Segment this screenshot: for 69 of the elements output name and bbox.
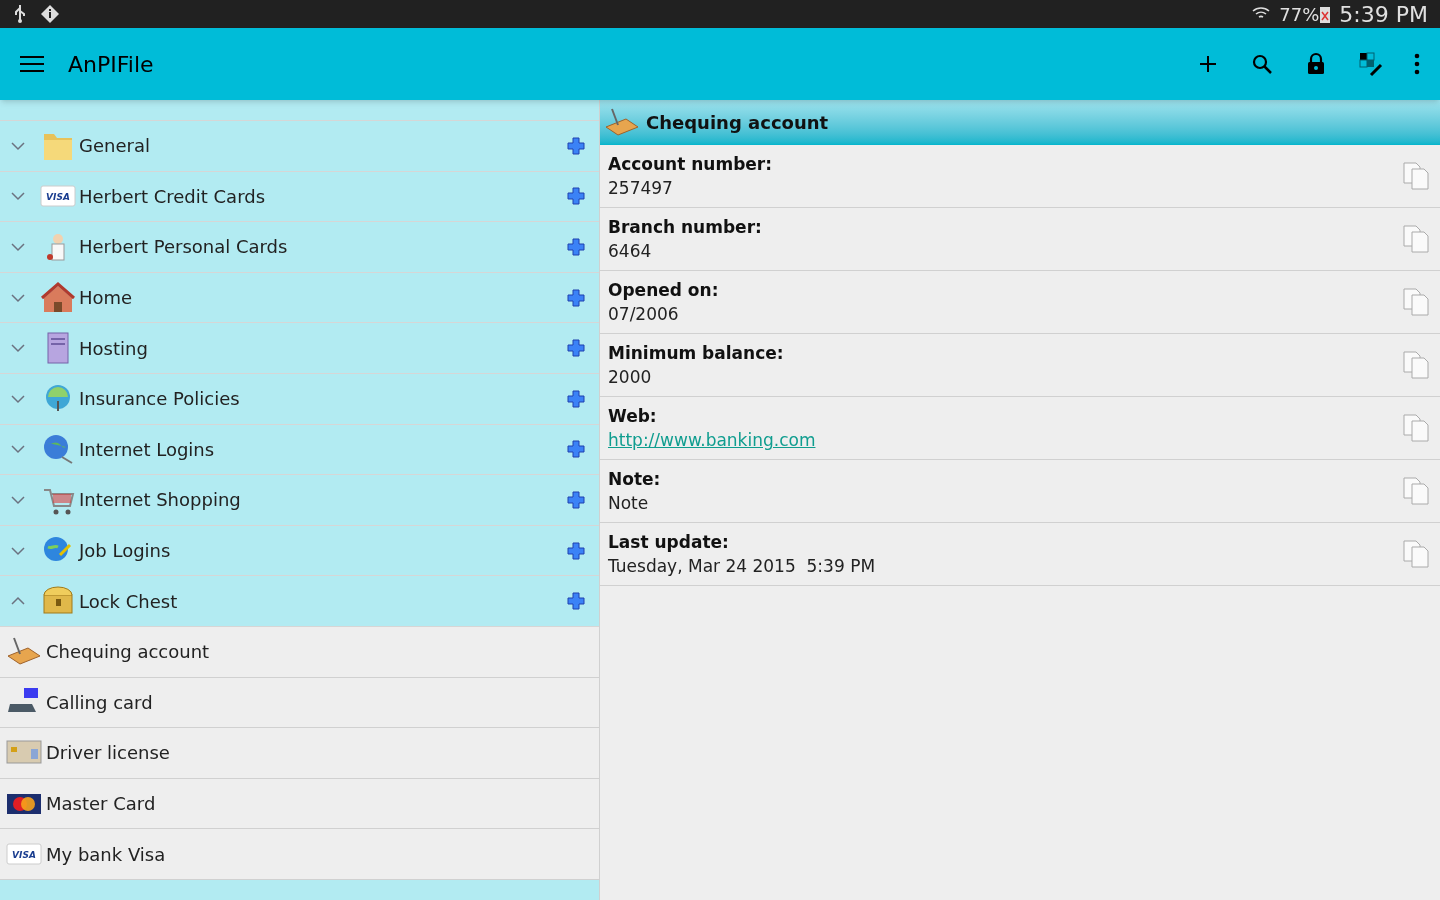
category-row[interactable]: Internet Logins xyxy=(0,424,599,476)
battery-percentage: 77% xyxy=(1279,2,1320,27)
category-row[interactable]: Home xyxy=(0,272,599,324)
expand-chevron-icon[interactable] xyxy=(10,393,26,404)
expand-chevron-icon[interactable] xyxy=(10,545,26,556)
category-label: Herbert Personal Cards xyxy=(79,235,289,260)
category-label: Job Logins xyxy=(79,539,172,564)
entry-label: Driver license xyxy=(46,741,170,766)
add-icon[interactable] xyxy=(567,288,585,307)
field-value: Note xyxy=(608,492,650,515)
category-row[interactable]: Herbert Personal Cards xyxy=(0,222,599,273)
field-label: Opened on: xyxy=(608,279,720,302)
expand-chevron-icon[interactable] xyxy=(10,494,26,505)
category-row[interactable]: Lock Chest xyxy=(0,576,599,627)
info-diamond-icon xyxy=(40,4,60,24)
add-icon[interactable] xyxy=(567,490,585,509)
category-row[interactable]: Hosting xyxy=(0,323,599,374)
category-label: Home xyxy=(79,286,134,311)
entry-label: Calling card xyxy=(46,690,153,715)
field-value: 2000 xyxy=(608,366,653,389)
expand-chevron-icon[interactable] xyxy=(10,140,26,151)
expand-chevron-icon[interactable] xyxy=(10,343,26,354)
more-options-icon[interactable] xyxy=(1414,53,1420,75)
category-label: Herbert Credit Cards xyxy=(79,184,267,209)
category-row[interactable]: VISA Herbert Credit Cards xyxy=(0,171,599,223)
category-row[interactable]: Internet Shopping xyxy=(0,475,599,526)
category-label: Internet Logins xyxy=(79,437,216,462)
detail-title: Chequing account xyxy=(646,111,829,135)
field-value: 07/2006 xyxy=(608,303,680,326)
add-icon[interactable] xyxy=(567,187,585,206)
add-icon[interactable] xyxy=(567,238,585,256)
field-label: Web: xyxy=(608,405,658,428)
category-row[interactable]: Insurance Policies xyxy=(0,373,599,425)
expand-chevron-icon[interactable] xyxy=(10,292,26,303)
category-row[interactable]: Job Logins xyxy=(0,525,599,577)
field-value: 6464 xyxy=(608,240,653,263)
add-icon[interactable] xyxy=(567,389,585,408)
entry-label: Chequing account xyxy=(46,640,210,665)
category-label: Insurance Policies xyxy=(79,387,241,412)
search-icon[interactable] xyxy=(1250,52,1274,76)
expand-chevron-icon[interactable] xyxy=(10,444,26,455)
add-icon[interactable] xyxy=(567,541,585,560)
category-label: Lock Chest xyxy=(79,589,179,614)
field-value: 257497 xyxy=(608,177,674,200)
field-label: Last update: xyxy=(608,531,730,554)
field-label: Note: xyxy=(608,468,662,491)
category-label: General xyxy=(79,134,151,159)
category-label: Internet Shopping xyxy=(79,488,242,513)
field-label: Account number: xyxy=(608,153,774,176)
menu-icon[interactable] xyxy=(20,55,44,73)
entry-label: Master Card xyxy=(46,792,156,816)
add-icon[interactable] xyxy=(567,592,585,611)
battery-icon xyxy=(1319,4,1332,24)
app-title: AnPIFile xyxy=(68,50,154,79)
field-label: Minimum balance: xyxy=(608,342,785,365)
add-icon[interactable] xyxy=(567,339,585,358)
collapse-chevron-icon[interactable] xyxy=(10,596,26,607)
category-label: Hosting xyxy=(79,336,149,361)
usb-icon xyxy=(12,4,28,24)
field-value: Tuesday, Mar 24 2015 5:39 PM xyxy=(608,555,877,578)
grid-pencil-icon[interactable] xyxy=(1358,51,1384,77)
expand-chevron-icon[interactable] xyxy=(10,242,26,252)
field-label: Branch number: xyxy=(608,216,763,239)
add-icon[interactable] xyxy=(567,136,585,155)
clock-time: 5:39 PM xyxy=(1339,0,1428,29)
add-icon[interactable] xyxy=(567,440,585,459)
expand-chevron-icon[interactable] xyxy=(10,191,26,202)
entry-label: My bank Visa xyxy=(46,842,166,867)
category-row[interactable]: General xyxy=(0,121,599,172)
